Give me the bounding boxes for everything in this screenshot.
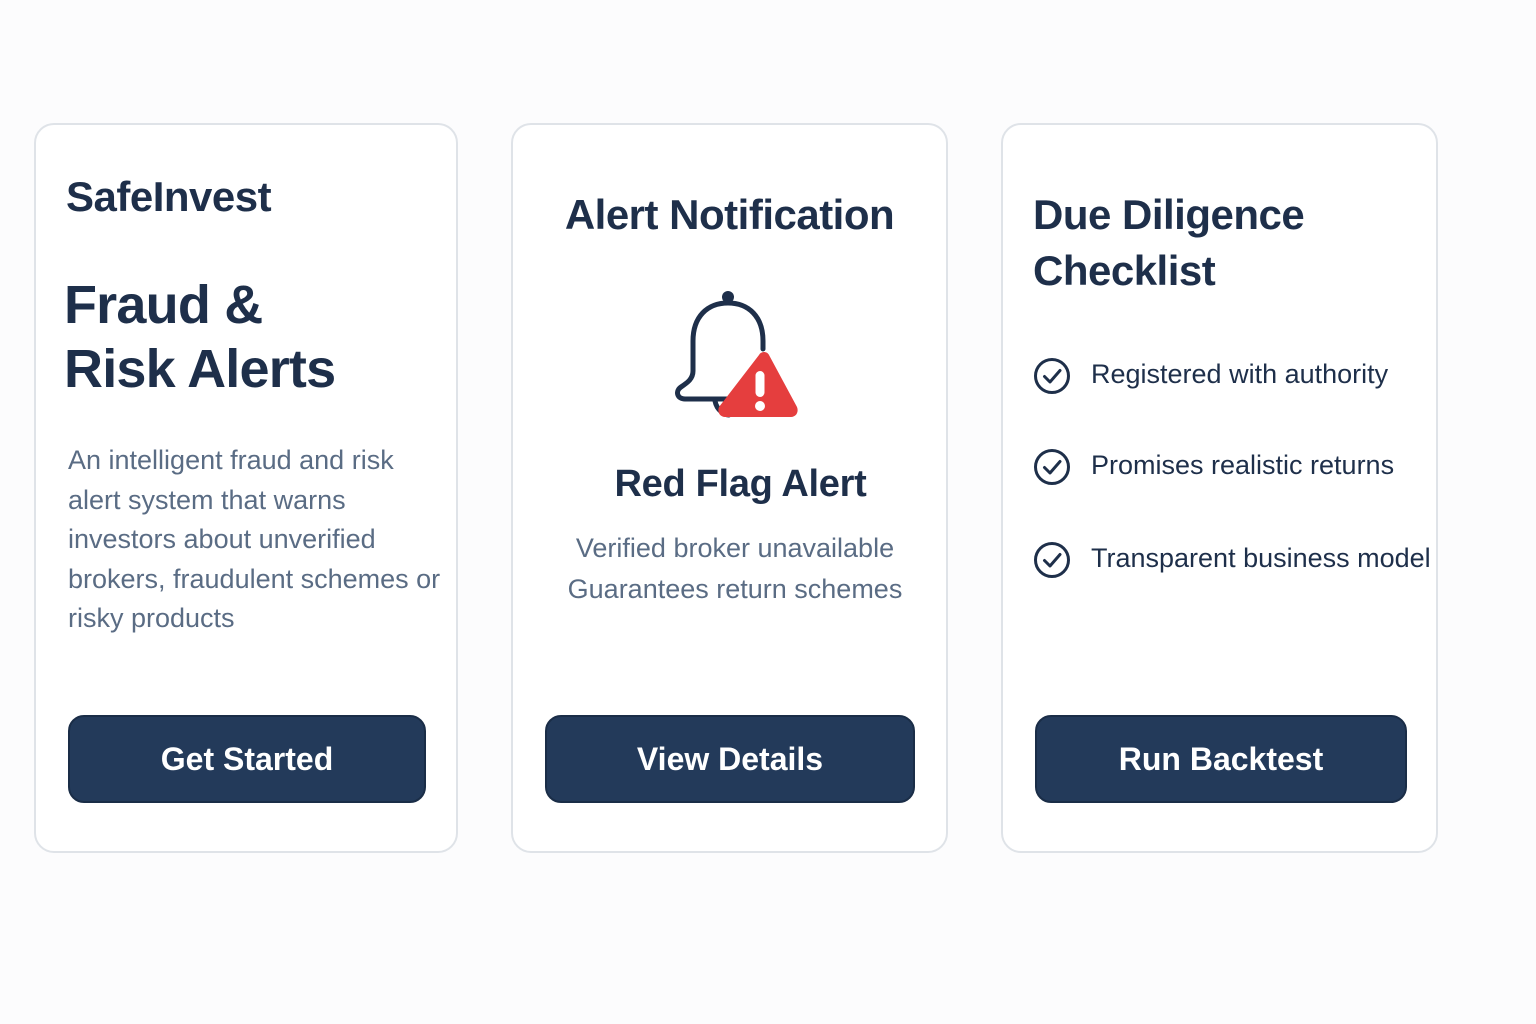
run-backtest-button[interactable]: Run Backtest xyxy=(1035,715,1407,803)
check-circle-icon xyxy=(1034,449,1070,485)
checklist-item: Registered with authority xyxy=(1033,357,1431,396)
checklist-item: Promises realistic returns xyxy=(1033,448,1431,487)
view-details-button[interactable]: View Details xyxy=(545,715,915,803)
brand-name: SafeInvest xyxy=(66,173,272,220)
checklist-item-label: Transparent business model xyxy=(1091,543,1431,573)
due-diligence-card: Due Diligence Checklist Registered with … xyxy=(1001,123,1438,853)
checklist-title: Due Diligence Checklist xyxy=(1033,191,1305,294)
intro-card: SafeInvest Fraud & Risk Alerts An intell… xyxy=(34,123,458,853)
bell-warning-icon xyxy=(663,283,803,430)
checklist-item-label: Registered with authority xyxy=(1091,359,1389,389)
checklist-item: Transparent business model xyxy=(1033,541,1431,580)
get-started-button[interactable]: Get Started xyxy=(68,715,426,803)
red-flag-alert-title: Red Flag Alert xyxy=(614,463,867,505)
hero-title: Fraud & Risk Alerts xyxy=(64,273,336,401)
alert-card-title: Alert Notification xyxy=(564,191,895,238)
hero-title-line-2: Risk Alerts xyxy=(64,339,336,399)
checklist-item-label: Promises realistic returns xyxy=(1091,450,1395,480)
alert-notification-card: Alert Notification Red Flag Alert Verifi… xyxy=(511,123,948,853)
check-circle-icon xyxy=(1034,542,1070,578)
alert-reason: Guarantees return schemes xyxy=(567,574,903,604)
hero-title-line-1: Fraud & xyxy=(64,275,263,335)
check-circle-icon xyxy=(1034,358,1070,394)
hero-description: An intelligent fraud and risk alert syst… xyxy=(68,445,441,634)
alert-reason: Verified broker unavailable xyxy=(575,533,895,563)
